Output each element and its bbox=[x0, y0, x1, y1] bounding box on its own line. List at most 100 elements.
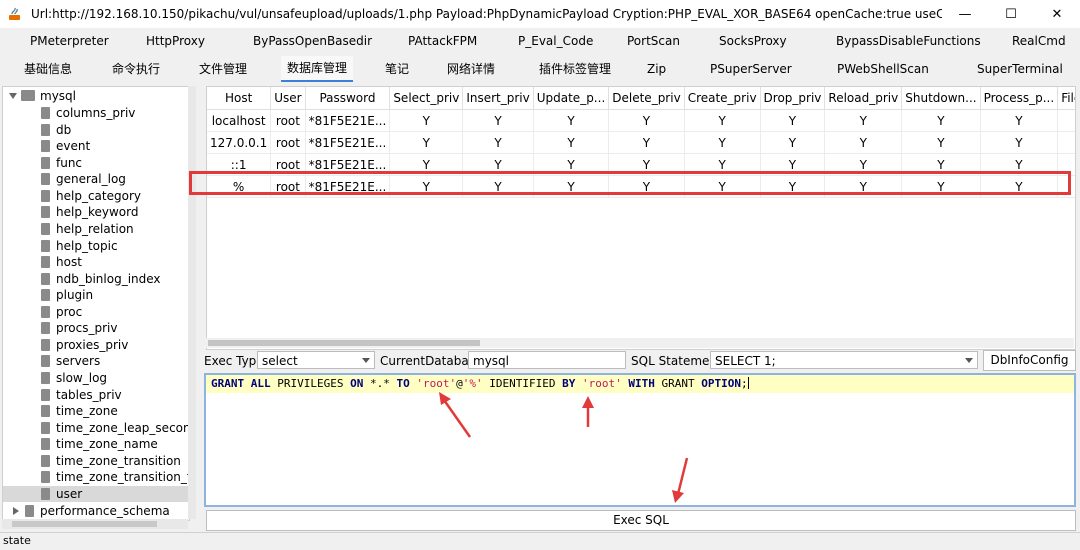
tab-superterminal[interactable]: SuperTerminal bbox=[977, 56, 1063, 82]
tree-table-item[interactable]: ndb_binlog_index bbox=[41, 271, 161, 287]
table-cell[interactable]: Y bbox=[1057, 109, 1075, 132]
minimize-button[interactable]: — bbox=[942, 0, 988, 28]
tree-table-item-selected[interactable]: user bbox=[3, 486, 189, 502]
tree-table-item[interactable]: time_zone_transition bbox=[41, 453, 181, 469]
tree-table-item[interactable]: general_log bbox=[41, 171, 126, 187]
column-header[interactable]: Password bbox=[305, 87, 391, 110]
sql-text[interactable]: GRANT ALL PRIVILEGES ON *.* TO 'root'@'%… bbox=[211, 377, 749, 390]
current-database-field[interactable]: mysql bbox=[468, 351, 626, 369]
tree-table-item[interactable]: help_topic bbox=[41, 238, 118, 254]
column-header[interactable]: File_priv bbox=[1057, 87, 1075, 110]
table-cell[interactable]: Y bbox=[533, 109, 610, 132]
tree-table-item[interactable]: help_relation bbox=[41, 221, 134, 237]
table-cell[interactable]: Y bbox=[608, 109, 685, 132]
tree-table-item[interactable]: event bbox=[41, 138, 90, 154]
tab-p-eval-code[interactable]: P_Eval_Code bbox=[518, 28, 593, 54]
tab-notes[interactable]: 笔记 bbox=[385, 56, 409, 82]
table-cell[interactable]: *81F5E21E... bbox=[305, 109, 391, 132]
scrollbar-thumb[interactable] bbox=[12, 521, 157, 527]
tree-horizontal-scrollbar[interactable] bbox=[2, 519, 188, 529]
column-header[interactable]: Reload_priv bbox=[824, 87, 903, 110]
table-cell[interactable]: Y bbox=[389, 109, 464, 132]
tab-file-manager[interactable]: 文件管理 bbox=[199, 56, 247, 82]
scrollbar-thumb[interactable] bbox=[208, 340, 480, 346]
tree-db-performance-schema[interactable]: performance_schema bbox=[13, 503, 170, 519]
tab-bypassdisablefunctions[interactable]: BypassDisableFunctions bbox=[836, 28, 981, 54]
table-cell[interactable]: *81F5E21E... bbox=[305, 131, 391, 154]
tree-table-item[interactable]: time_zone_transition_type bbox=[41, 469, 189, 485]
tab-pmeterpreter[interactable]: PMeterpreter bbox=[30, 28, 109, 54]
column-header[interactable]: Delete_priv bbox=[608, 87, 685, 110]
table-cell[interactable]: Y bbox=[389, 131, 464, 154]
table-cell[interactable]: 127.0.0.1 bbox=[207, 131, 272, 154]
table-cell[interactable]: Y bbox=[684, 131, 761, 154]
tree-table-item[interactable]: host bbox=[41, 254, 82, 270]
sql-editor[interactable]: GRANT ALL PRIVILEGES ON *.* TO 'root'@'%… bbox=[204, 373, 1076, 507]
tree-table-item[interactable]: time_zone bbox=[41, 403, 118, 419]
close-button[interactable]: ✕ bbox=[1034, 0, 1080, 28]
chevron-down-icon[interactable] bbox=[362, 358, 370, 363]
dbinfo-config-button[interactable]: DbInfoConfig bbox=[983, 350, 1076, 371]
table-cell[interactable]: Y bbox=[824, 109, 903, 132]
column-header[interactable]: Host bbox=[207, 87, 272, 110]
tree-table-item[interactable]: servers bbox=[41, 353, 100, 369]
tab-pwebshellscan[interactable]: PWebShellScan bbox=[837, 56, 929, 82]
table-cell[interactable]: Y bbox=[980, 131, 1059, 154]
tree-table-item[interactable]: proxies_priv bbox=[41, 337, 128, 353]
column-header[interactable]: Process_p... bbox=[980, 87, 1059, 110]
tab-socksproxy[interactable]: SocksProxy bbox=[719, 28, 787, 54]
collapse-caret-icon[interactable] bbox=[13, 507, 19, 515]
table-cell[interactable]: Y bbox=[533, 131, 610, 154]
tree-table-item[interactable]: slow_log bbox=[41, 370, 107, 386]
table-cell[interactable]: localhost bbox=[207, 109, 272, 132]
tree-table-item[interactable]: time_zone_name bbox=[41, 436, 158, 452]
tab-psuperserver[interactable]: PSuperServer bbox=[710, 56, 792, 82]
tab-plugin-tag-manager[interactable]: 插件标签管理 bbox=[539, 56, 611, 82]
grid-horizontal-scrollbar[interactable] bbox=[206, 338, 1074, 348]
exec-sql-button[interactable]: Exec SQL bbox=[206, 510, 1076, 531]
tree-table-item[interactable]: columns_priv bbox=[41, 105, 135, 121]
tab-realcmd[interactable]: RealCmd bbox=[1012, 28, 1066, 54]
table-cell[interactable]: root bbox=[270, 131, 306, 154]
table-cell[interactable]: Y bbox=[760, 109, 826, 132]
table-cell[interactable]: Y bbox=[684, 109, 761, 132]
tree-db-mysql[interactable]: mysql bbox=[9, 88, 76, 104]
tree-table-item[interactable]: help_category bbox=[41, 188, 141, 204]
table-cell[interactable]: root bbox=[270, 109, 306, 132]
tab-portscan[interactable]: PortScan bbox=[627, 28, 680, 54]
tab-basic-info[interactable]: 基础信息 bbox=[24, 56, 72, 82]
column-header[interactable]: Drop_priv bbox=[760, 87, 826, 110]
sql-statement-select[interactable]: SELECT 1; bbox=[710, 351, 978, 369]
column-header[interactable]: Insert_priv bbox=[462, 87, 534, 110]
table-row[interactable]: 127.0.0.1root*81F5E21E...YYYYYYYYYY bbox=[207, 131, 1075, 154]
table-cell[interactable]: Y bbox=[1057, 131, 1075, 154]
chevron-down-icon[interactable] bbox=[965, 358, 973, 363]
tab-zip[interactable]: Zip bbox=[647, 56, 666, 82]
tree-table-item[interactable]: proc bbox=[41, 304, 82, 320]
tree-table-item[interactable]: tables_priv bbox=[41, 387, 122, 403]
tree-table-item[interactable]: db bbox=[41, 122, 71, 138]
tab-pattackfpm[interactable]: PAttackFPM bbox=[408, 28, 477, 54]
column-header[interactable]: Update_p... bbox=[533, 87, 610, 110]
tree-table-item[interactable]: time_zone_leap_second bbox=[41, 420, 189, 436]
table-cell[interactable]: Y bbox=[462, 109, 534, 132]
tree-table-item[interactable]: func bbox=[41, 155, 82, 171]
table-cell[interactable]: Y bbox=[462, 131, 534, 154]
table-row[interactable]: localhostroot*81F5E21E...YYYYYYYYYY bbox=[207, 109, 1075, 132]
table-cell[interactable]: Y bbox=[760, 131, 826, 154]
expand-caret-icon[interactable] bbox=[9, 93, 17, 99]
tree-table-item[interactable]: plugin bbox=[41, 287, 93, 303]
table-cell[interactable]: Y bbox=[901, 109, 981, 132]
column-header[interactable]: Shutdown... bbox=[901, 87, 981, 110]
tree-table-item[interactable]: help_keyword bbox=[41, 204, 138, 220]
tree-table-item[interactable]: procs_priv bbox=[41, 320, 117, 336]
column-header[interactable]: Create_priv bbox=[684, 87, 761, 110]
exec-type-select[interactable]: select bbox=[257, 351, 375, 369]
column-header[interactable]: Select_priv bbox=[389, 87, 464, 110]
tree-vertical-scrollbar[interactable] bbox=[188, 86, 196, 519]
table-cell[interactable]: Y bbox=[824, 131, 903, 154]
tab-database-manager[interactable]: 数据库管理 bbox=[281, 56, 354, 82]
table-cell[interactable]: Y bbox=[980, 109, 1059, 132]
tab-command-exec[interactable]: 命令执行 bbox=[112, 56, 160, 82]
table-cell[interactable]: Y bbox=[901, 131, 981, 154]
